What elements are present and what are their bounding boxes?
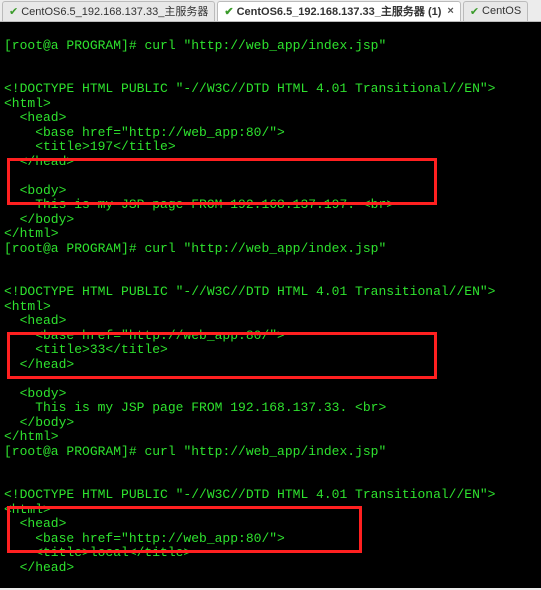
out-line: <base href="http://web_app:80/"> bbox=[4, 125, 285, 140]
out-line: </head> bbox=[4, 560, 74, 575]
out-line: <base href="http://web_app:80/"> bbox=[4, 328, 285, 343]
out-line: </head> bbox=[4, 357, 74, 372]
out-line: <head> bbox=[4, 313, 66, 328]
out-line: </body> bbox=[4, 212, 74, 227]
out-line: <!DOCTYPE HTML PUBLIC "-//W3C//DTD HTML … bbox=[4, 487, 495, 502]
tab-server-2-active[interactable]: ✔ CentOS6.5_192.168.137.33_主服务器 (1) × bbox=[217, 1, 460, 21]
out-line: </html> bbox=[4, 429, 59, 444]
out-line: </html> bbox=[4, 226, 59, 241]
out-line: <html> bbox=[4, 502, 51, 517]
out-line: <html> bbox=[4, 96, 51, 111]
out-line: <title>197</title> bbox=[4, 139, 176, 154]
tab-server-1[interactable]: ✔ CentOS6.5_192.168.137.33_主服务器 bbox=[2, 1, 215, 21]
out-line: <!DOCTYPE HTML PUBLIC "-//W3C//DTD HTML … bbox=[4, 81, 495, 96]
tab-label: CentOS bbox=[482, 5, 521, 17]
out-line: This is my JSP page FROM 192.168.137.197… bbox=[4, 197, 394, 212]
out-line: <base href="http://web_app:80/"> bbox=[4, 531, 285, 546]
check-icon: ✔ bbox=[224, 5, 233, 18]
prompt: [root@a PROGRAM]# bbox=[4, 241, 144, 256]
close-icon[interactable]: × bbox=[447, 5, 453, 17]
command: curl "http://web_app/index.jsp" bbox=[144, 444, 386, 459]
command: curl "http://web_app/index.jsp" bbox=[144, 241, 386, 256]
out-line: <body> bbox=[4, 386, 66, 401]
out-line: This is my JSP page FROM 192.168.137.33.… bbox=[4, 400, 386, 415]
tab-bar: ✔ CentOS6.5_192.168.137.33_主服务器 ✔ CentOS… bbox=[0, 0, 541, 22]
tab-server-3[interactable]: ✔ CentOS bbox=[463, 1, 528, 21]
out-line: <body> bbox=[4, 183, 66, 198]
out-line: <title>33</title> bbox=[4, 342, 168, 357]
out-line: </head> bbox=[4, 154, 74, 169]
out-line: </body> bbox=[4, 415, 74, 430]
command: curl "http://web_app/index.jsp" bbox=[144, 38, 386, 53]
out-line: <!DOCTYPE HTML PUBLIC "-//W3C//DTD HTML … bbox=[4, 284, 495, 299]
prompt: [root@a PROGRAM]# bbox=[4, 444, 144, 459]
out-line: <head> bbox=[4, 516, 66, 531]
out-line: <html> bbox=[4, 299, 51, 314]
out-line: <title>local</title> bbox=[4, 545, 191, 560]
check-icon: ✔ bbox=[9, 5, 18, 18]
tab-label: CentOS6.5_192.168.137.33_主服务器 bbox=[21, 3, 208, 19]
check-icon: ✔ bbox=[470, 5, 479, 18]
tab-label: CentOS6.5_192.168.137.33_主服务器 (1) bbox=[237, 3, 442, 19]
prompt: [root@a PROGRAM]# bbox=[4, 38, 144, 53]
terminal-output[interactable]: [root@a PROGRAM]# curl "http://web_app/i… bbox=[0, 22, 541, 588]
out-line: <head> bbox=[4, 110, 66, 125]
